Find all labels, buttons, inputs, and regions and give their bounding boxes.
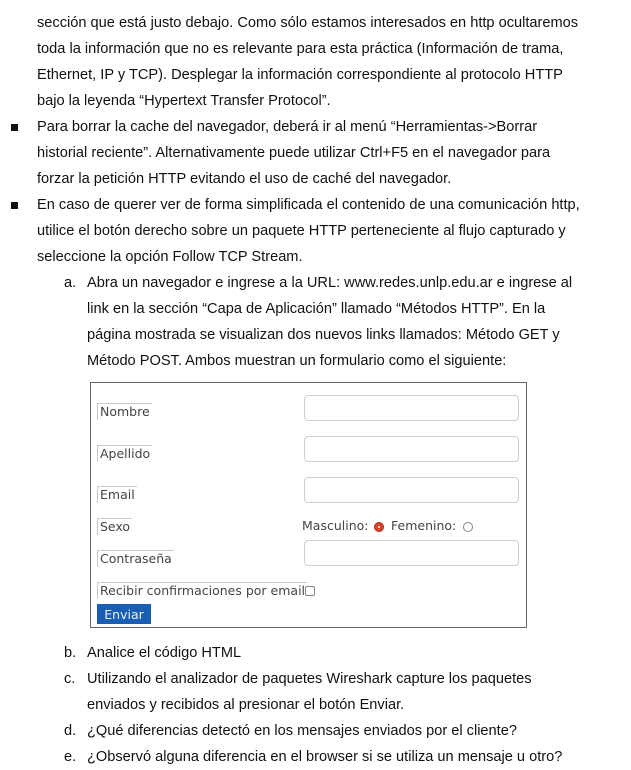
apellido-input[interactable]	[304, 436, 519, 462]
apellido-label: Apellido	[97, 445, 153, 462]
masculino-radio[interactable]	[374, 522, 384, 532]
enviar-button[interactable]: Enviar	[97, 604, 151, 624]
bullet-line: Para borrar la cache del navegador, debe…	[37, 119, 538, 135]
step-line: página mostrada se visualizan dos nuevos…	[87, 327, 560, 343]
step-marker: c.	[64, 671, 76, 687]
bullet-line: seleccione la opción Follow TCP Stream.	[37, 249, 303, 265]
step-marker: d.	[64, 723, 77, 739]
bullet-marker	[11, 124, 18, 131]
form-figure: Nombre Apellido Email Sexo Masculino: Fe…	[90, 382, 527, 628]
step-line: ¿Observó alguna diferencia en el browser…	[87, 749, 563, 765]
bullet-line: En caso de querer ver de forma simplific…	[37, 197, 580, 213]
confirm-label: Recibir confirmaciones por email	[97, 582, 308, 599]
nombre-label: Nombre	[97, 403, 152, 420]
step-line: link en la sección “Capa de Aplicación” …	[87, 301, 546, 317]
confirm-checkbox[interactable]	[305, 586, 315, 596]
email-input[interactable]	[304, 477, 519, 503]
step-line: ¿Qué diferencias detectó en los mensajes…	[87, 723, 517, 739]
femenino-radio[interactable]	[463, 522, 473, 532]
paragraph-line: bajo la leyenda “Hypertext Transfer Prot…	[37, 93, 331, 109]
step-marker: b.	[64, 645, 77, 661]
step-marker: e.	[64, 749, 77, 765]
step-line: Método POST. Ambos muestran un formulari…	[87, 353, 507, 369]
bullet-line: forzar la petición HTTP evitando el uso …	[37, 171, 452, 187]
email-label: Email	[97, 486, 137, 503]
masculino-label: Masculino:	[302, 518, 369, 533]
contrasena-label: Contraseña	[97, 550, 174, 567]
nombre-input[interactable]	[304, 395, 519, 421]
bullet-marker	[11, 202, 18, 209]
paragraph-line: toda la información que no es relevante …	[37, 41, 564, 57]
femenino-label: Femenino:	[391, 518, 457, 533]
paragraph-line: sección que está justo debajo. Como sólo…	[37, 15, 579, 31]
step-line: Utilizando el analizador de paquetes Wir…	[87, 671, 532, 687]
paragraph-line: Ethernet, IP y TCP). Desplegar la inform…	[37, 67, 563, 83]
sexo-label: Sexo	[97, 518, 133, 535]
step-line: Analice el código HTML	[87, 645, 242, 661]
bullet-line: historial reciente”. Alternativamente pu…	[37, 145, 551, 161]
bullet-line: utilice el botón derecho sobre un paquet…	[37, 223, 566, 239]
step-marker: a.	[64, 275, 77, 291]
step-line: enviados y recibidos al presionar el bot…	[87, 697, 405, 713]
step-line: Abra un navegador e ingrese a la URL: ww…	[87, 275, 573, 291]
contrasena-input[interactable]	[304, 540, 519, 566]
